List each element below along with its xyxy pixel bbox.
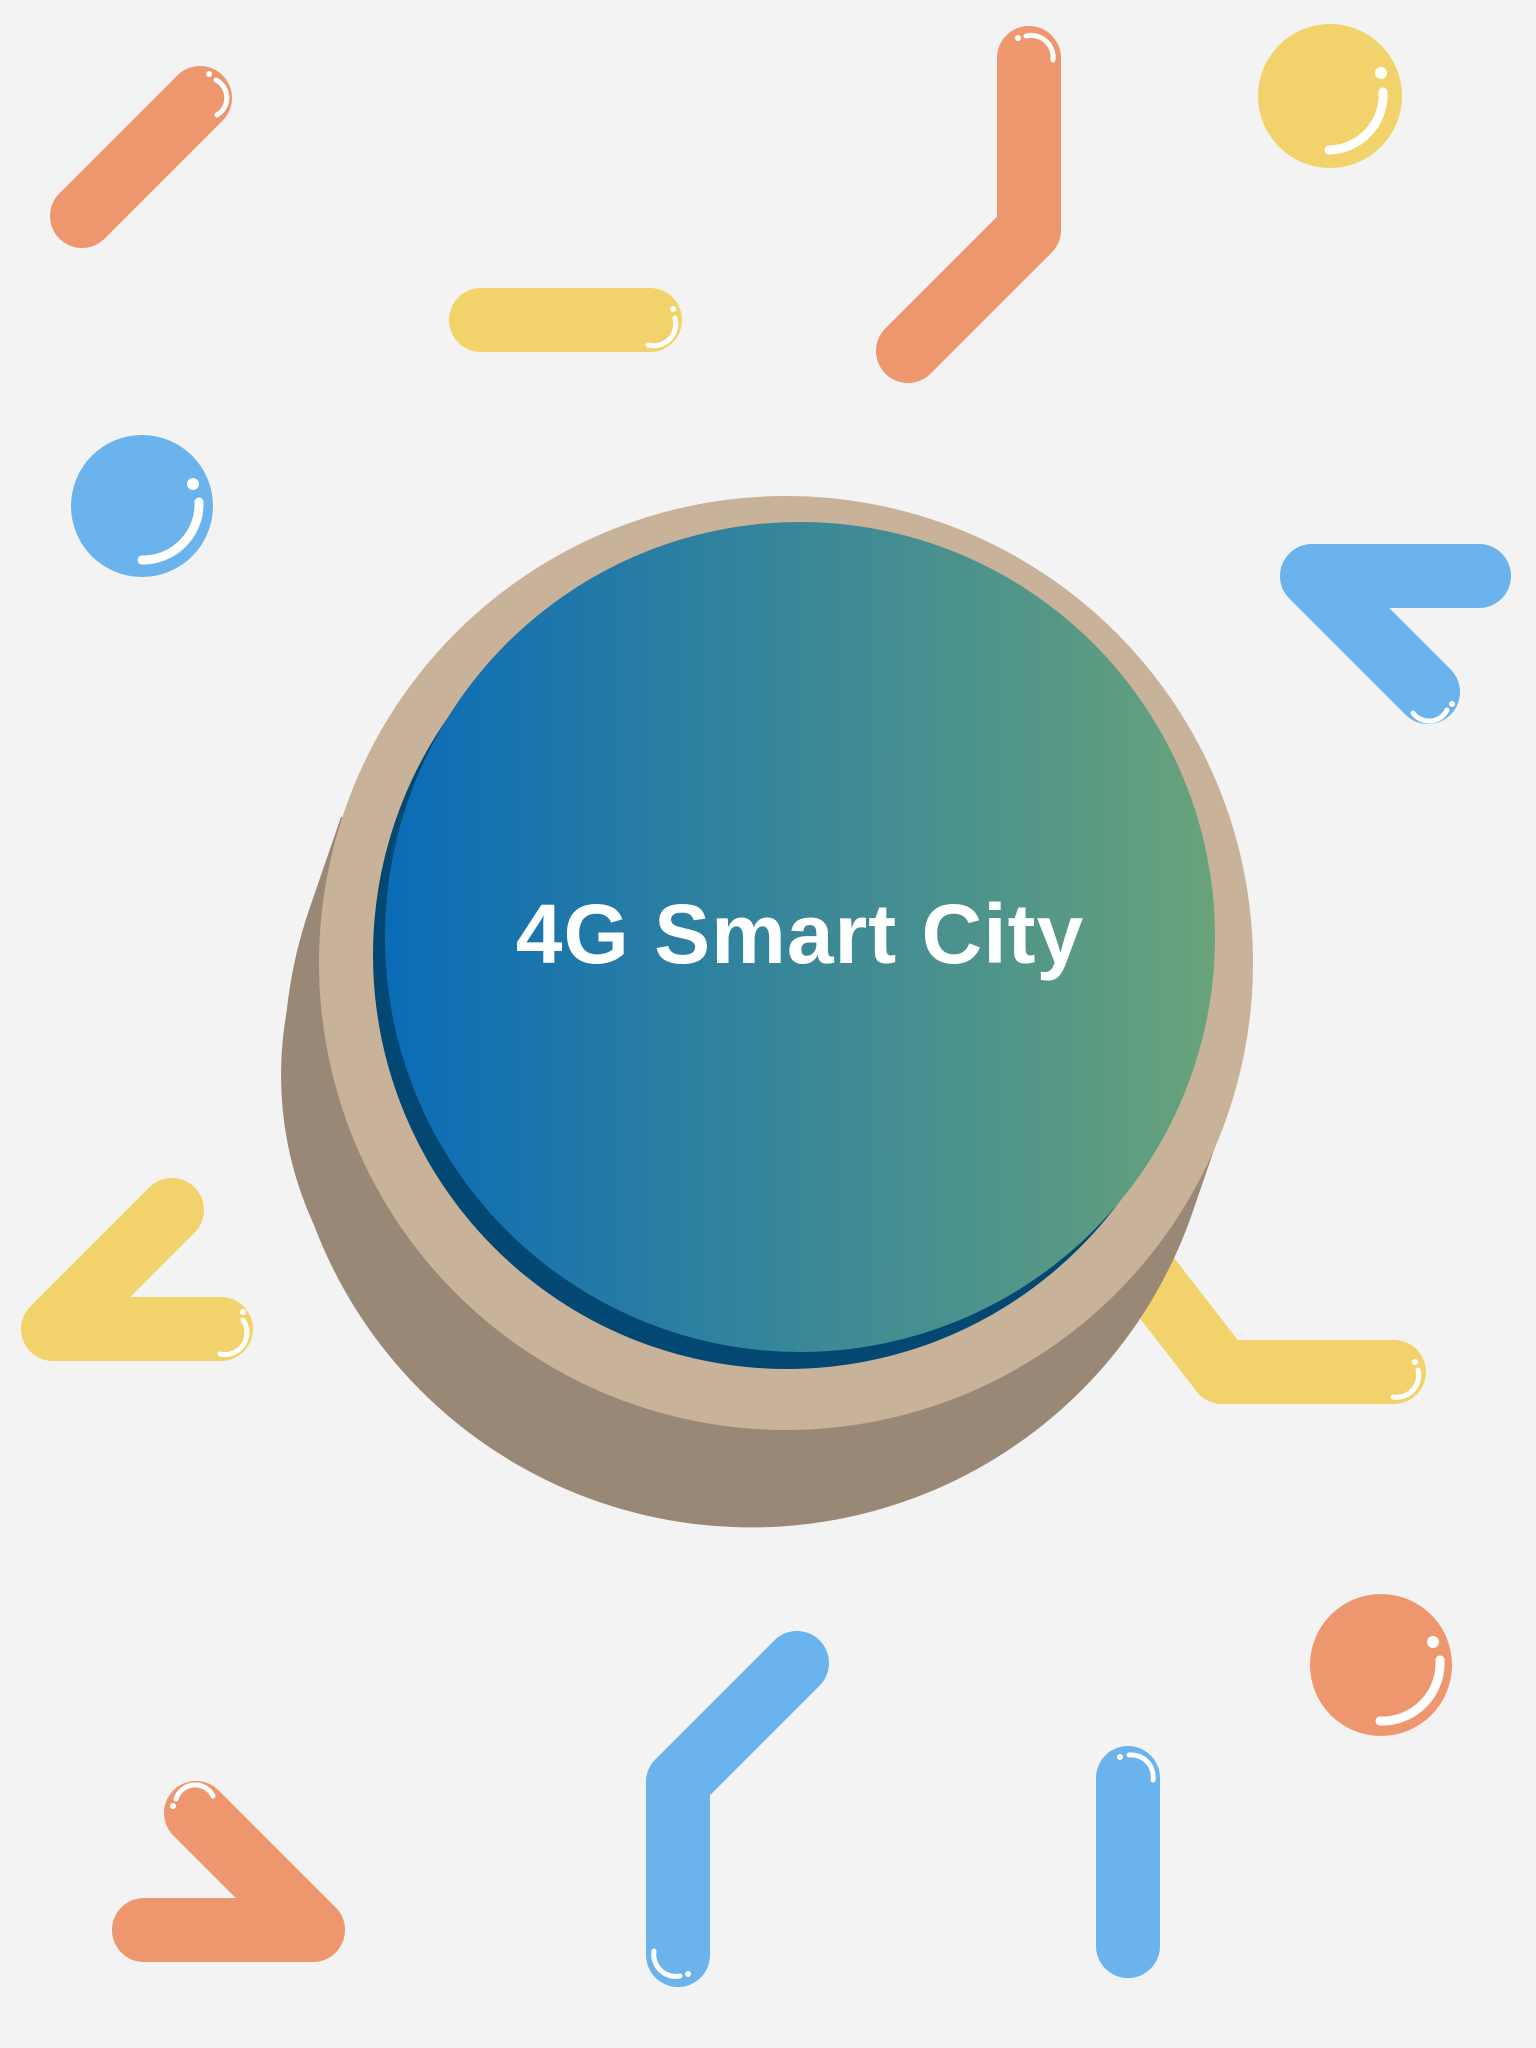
yellow-ball bbox=[1258, 24, 1402, 168]
badge-title: 4G Smart City bbox=[516, 887, 1085, 981]
illustration-canvas: 4G Smart City bbox=[21, 24, 1511, 1987]
yellow-horizontal-bar bbox=[449, 288, 682, 352]
blue-bent-bar-bottom bbox=[646, 1631, 829, 1987]
blue-ball bbox=[71, 435, 213, 577]
yellow-arrow-left bbox=[21, 1178, 253, 1361]
orange-diagonal-bar bbox=[50, 66, 232, 248]
orange-arrow-right bbox=[112, 1781, 345, 1962]
badge-button: 4G Smart City bbox=[281, 496, 1253, 1528]
blue-bent-bar bbox=[1280, 544, 1511, 724]
orange-ball bbox=[1310, 1594, 1452, 1736]
blue-vertical-bar bbox=[1096, 1746, 1160, 1978]
orange-bent-bar bbox=[876, 26, 1061, 383]
yellow-bent-bar-right bbox=[1101, 1225, 1426, 1404]
